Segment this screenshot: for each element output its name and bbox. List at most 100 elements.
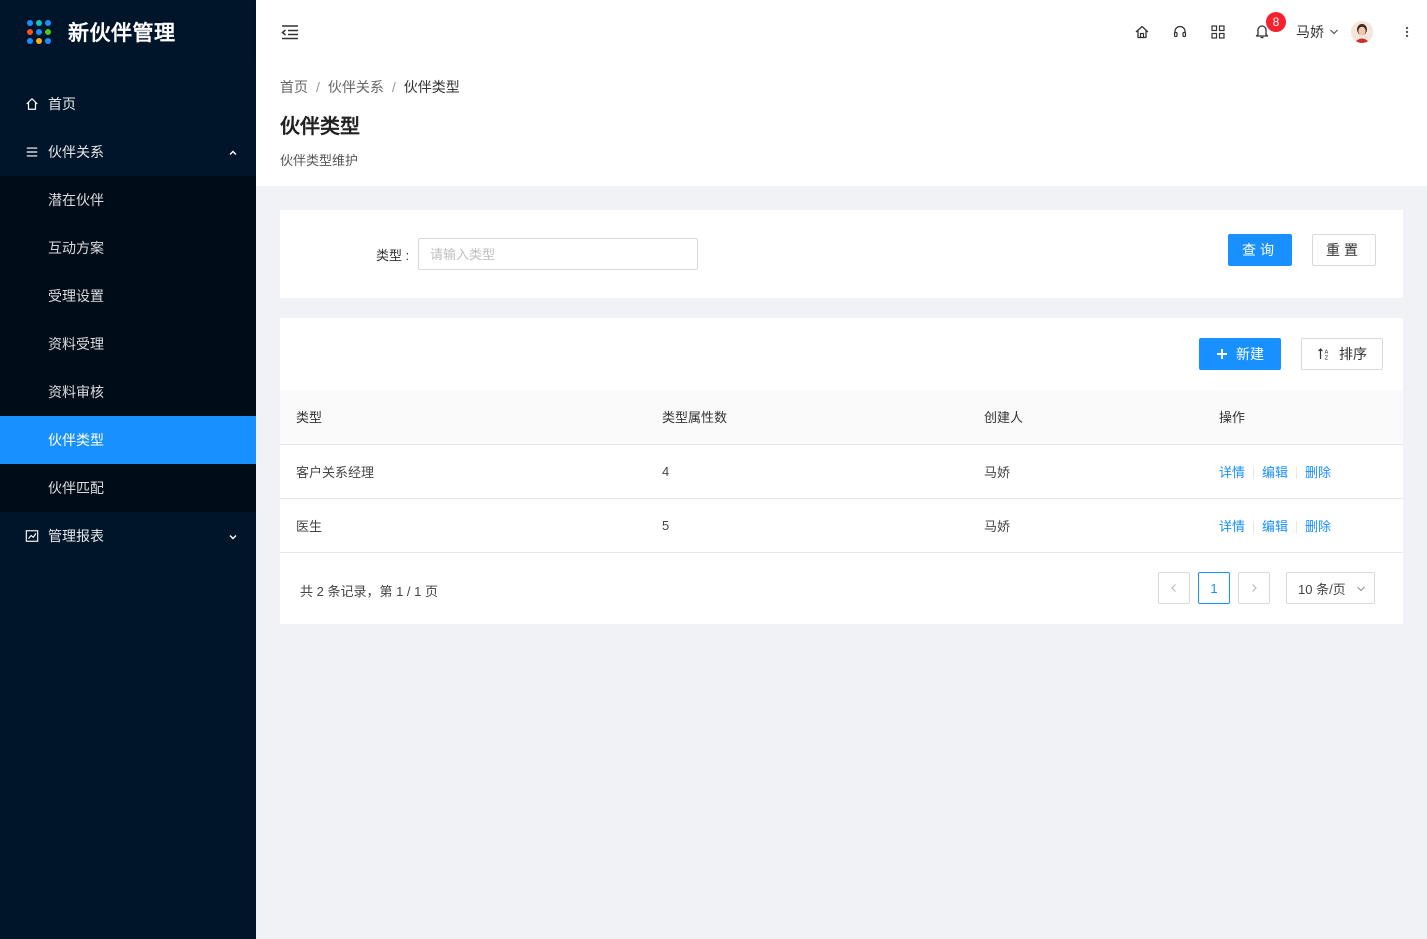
sort-icon: AZ (1317, 347, 1331, 361)
chevron-down-icon (228, 529, 238, 545)
page-header: 首页 / 伙伴关系 / 伙伴类型 伙伴类型 伙伴类型维护 (256, 64, 1427, 186)
delete-link[interactable]: 删除 (1305, 465, 1331, 480)
table-row: 客户关系经理 4 马娇 详情 编辑 删除 (280, 444, 1403, 499)
prev-page-button[interactable] (1158, 572, 1190, 604)
sidebar-item-label: 互动方案 (48, 240, 104, 256)
app-title: 新伙伴管理 (68, 22, 176, 45)
page-size-select[interactable]: 10 条/页 (1286, 572, 1375, 604)
page-description: 伙伴类型维护 (280, 153, 359, 168)
logo-grid-icon (27, 20, 51, 44)
header-actions: 8 马娇 (1123, 0, 1427, 64)
sidebar-item-partner-matching[interactable]: 伙伴匹配 (0, 464, 256, 512)
chevron-down-icon (1329, 27, 1339, 37)
avatar (1351, 21, 1373, 43)
query-button[interactable]: 查询 (1228, 234, 1292, 266)
column-header-actions: 操作 (1203, 390, 1403, 445)
column-header-type: 类型 (280, 390, 646, 445)
sort-button-label: 排序 (1339, 346, 1367, 362)
chart-icon (24, 528, 40, 544)
sidebar-item-potential-partners[interactable]: 潜在伙伴 (0, 176, 256, 224)
sidebar-item-home[interactable]: 首页 (0, 80, 256, 128)
sidebar-submenu: 潜在伙伴 互动方案 受理设置 资料受理 资料审核 伙伴类型 伙伴匹配 (0, 176, 256, 512)
notification-bell[interactable]: 8 (1243, 0, 1286, 64)
sidebar-item-document-review[interactable]: 资料审核 (0, 368, 256, 416)
new-button-label: 新建 (1236, 346, 1264, 362)
sidebar-item-label: 资料审核 (48, 384, 104, 400)
detail-link[interactable]: 详情 (1219, 519, 1245, 534)
logo[interactable]: 新伙伴管理 (0, 0, 256, 64)
sidebar-item-partner-relations[interactable]: 伙伴关系 (0, 128, 256, 176)
column-header-attr-count: 类型属性数 (646, 390, 968, 445)
cell-creator: 马娇 (968, 498, 1203, 553)
delete-link[interactable]: 删除 (1305, 519, 1331, 534)
sidebar-item-label: 首页 (48, 96, 76, 112)
filter-panel: 类型 : 查询 重置 (280, 210, 1403, 298)
sidebar-menu: 首页 伙伴关系 潜在伙伴 互动方案 受理设置 资料受理 资料审核 伙伴类型 伙伴… (0, 80, 256, 560)
detail-link[interactable]: 详情 (1219, 465, 1245, 480)
cell-creator: 马娇 (968, 444, 1203, 499)
svg-text:Z: Z (1325, 356, 1329, 362)
app-grid-icon[interactable] (1199, 0, 1237, 64)
action-divider (1296, 521, 1298, 534)
home-icon (24, 96, 40, 112)
breadcrumb-item-current: 伙伴类型 (403, 79, 460, 95)
next-page-button[interactable] (1238, 572, 1270, 604)
sidebar-item-management-reports[interactable]: 管理报表 (0, 512, 256, 560)
type-filter-label: 类型 : (376, 248, 410, 263)
partner-type-table: 类型 类型属性数 创建人 操作 客户关系经理 4 马娇 详情 编辑 删除 医生 5 … (280, 390, 1403, 553)
user-menu[interactable]: 马娇 (1296, 21, 1373, 43)
top-header: 8 马娇 (256, 0, 1427, 64)
cell-attr-count: 4 (646, 444, 968, 499)
menu-fold-icon[interactable] (280, 22, 300, 42)
chevron-down-icon (1356, 582, 1366, 597)
sidebar-item-label: 伙伴关系 (48, 144, 104, 160)
chevron-up-icon (228, 145, 238, 161)
pagination-summary: 共 2 条记录，第 1 / 1 页 (300, 584, 438, 599)
chevron-right-icon (1250, 583, 1258, 593)
cell-actions: 详情 编辑 删除 (1203, 498, 1403, 553)
menu-list-icon (24, 144, 40, 160)
sidebar: 新伙伴管理 首页 伙伴关系 潜在伙伴 互动方案 受理设置 资料受理 资料审核 伙… (0, 0, 256, 939)
action-divider (1253, 521, 1255, 534)
breadcrumb-separator: / (391, 79, 396, 95)
cell-attr-count: 5 (646, 498, 968, 553)
plus-icon (1216, 345, 1228, 363)
sidebar-item-partner-types[interactable]: 伙伴类型 (0, 416, 256, 464)
table-header-row: 类型 类型属性数 创建人 操作 (280, 390, 1403, 445)
action-divider (1253, 467, 1255, 480)
breadcrumb-item-partner-relations[interactable]: 伙伴关系 (328, 77, 384, 97)
type-filter-input[interactable] (418, 238, 698, 270)
sidebar-item-label: 伙伴类型 (48, 432, 104, 448)
sort-button[interactable]: AZ 排序 (1301, 338, 1383, 370)
user-name: 马娇 (1296, 24, 1324, 40)
cell-actions: 详情 编辑 删除 (1203, 444, 1403, 499)
action-divider (1296, 467, 1298, 480)
headset-icon[interactable] (1161, 0, 1199, 64)
page-size-value: 10 条/页 (1298, 581, 1346, 597)
more-vertical-icon[interactable] (1387, 0, 1427, 64)
sidebar-item-label: 资料受理 (48, 336, 104, 352)
breadcrumb: 首页 / 伙伴关系 / 伙伴类型 (280, 78, 1403, 96)
cell-type: 医生 (280, 498, 646, 553)
breadcrumb-item-home[interactable]: 首页 (280, 77, 308, 97)
page-title: 伙伴类型 (280, 116, 360, 138)
table-row: 医生 5 马娇 详情 编辑 删除 (280, 498, 1403, 553)
sidebar-item-interaction-plans[interactable]: 互动方案 (0, 224, 256, 272)
notification-badge: 8 (1266, 12, 1286, 32)
sidebar-item-label: 潜在伙伴 (48, 192, 104, 208)
reset-button[interactable]: 重置 (1312, 234, 1376, 266)
sidebar-item-label: 受理设置 (48, 288, 104, 304)
new-button[interactable]: 新建 (1199, 338, 1281, 370)
sidebar-item-document-acceptance[interactable]: 资料受理 (0, 320, 256, 368)
home-icon[interactable] (1123, 0, 1161, 64)
cell-type: 客户关系经理 (280, 444, 646, 499)
chevron-left-icon (1170, 583, 1178, 593)
edit-link[interactable]: 编辑 (1262, 465, 1288, 480)
sidebar-item-acceptance-settings[interactable]: 受理设置 (0, 272, 256, 320)
page-number-button[interactable]: 1 (1198, 572, 1230, 604)
sidebar-item-label: 伙伴匹配 (48, 480, 104, 496)
sidebar-item-label: 管理报表 (48, 528, 104, 544)
edit-link[interactable]: 编辑 (1262, 519, 1288, 534)
table-panel: 新建 AZ 排序 类型 类型属性数 创建人 操作 客户关系经理 4 马娇 详情编… (280, 318, 1403, 624)
breadcrumb-separator: / (316, 79, 320, 95)
